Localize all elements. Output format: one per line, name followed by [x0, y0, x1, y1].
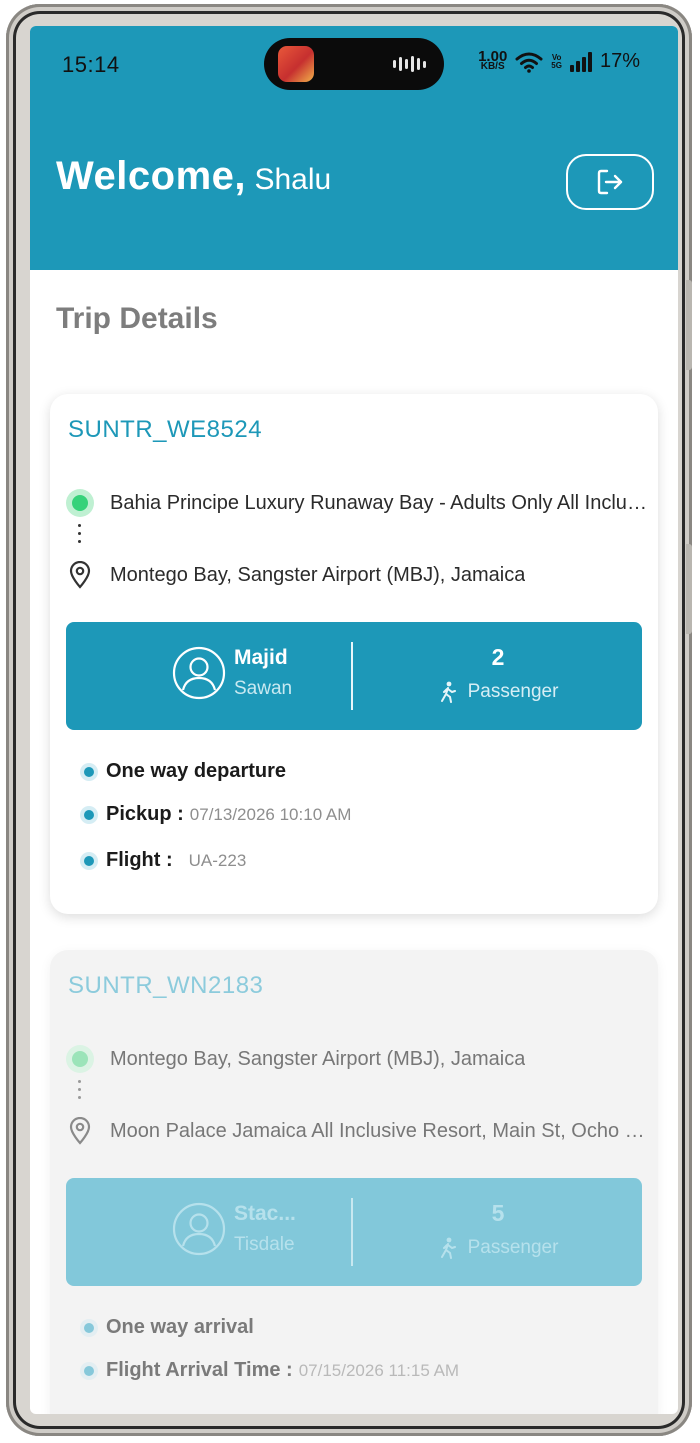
volte-line2: 5G: [551, 60, 562, 70]
arrival-time-row: Flight Arrival Time : 07/15/2026 11:15 A…: [80, 1359, 459, 1382]
wifi-icon: [515, 52, 543, 73]
info-divider: [351, 1198, 353, 1266]
phone-frame: 15:14 1.00 KB/S Vo 5G 17% Welcome, Shalu…: [6, 4, 692, 1436]
driver-last-name: Tisdale: [234, 1234, 295, 1255]
status-icons: 1.00 KB/S Vo 5G 17%: [478, 49, 640, 73]
route-destination: Montego Bay, Sangster Airport (MBJ), Jam…: [66, 558, 656, 592]
pickup-label: Pickup :: [106, 803, 184, 825]
driver-first-name: Majid: [234, 646, 288, 669]
origin-text: Bahia Principe Luxury Runaway Bay - Adul…: [110, 491, 654, 514]
flight-row: Flight : UA-223: [80, 849, 246, 872]
trip-id: SUNTR_WE8524: [68, 416, 263, 443]
network-speed: 1.00 KB/S: [478, 49, 507, 72]
bullet-icon: [80, 805, 98, 824]
trip-card[interactable]: SUNTR_WE8524 Bahia Principe Luxury Runaw…: [50, 394, 658, 914]
passenger-info: 5 Passenger: [354, 1200, 642, 1259]
pickup-row: Pickup : 07/13/2026 10:10 AM: [80, 803, 351, 826]
location-pin-icon: [66, 561, 94, 589]
flight-label: Flight :: [106, 849, 173, 871]
route-connector: [78, 524, 82, 543]
arrival-time-label: Flight Arrival Time :: [106, 1359, 293, 1381]
welcome-text: Welcome,: [56, 154, 246, 198]
user-name: Shalu: [254, 163, 332, 196]
origin-text: Montego Bay, Sangster Airport (MBJ), Jam…: [110, 1047, 526, 1070]
logout-icon: [597, 169, 623, 195]
passenger-info: 2 Passenger: [354, 644, 642, 703]
driver-info-box: Stac... Tisdale 5 Passenger: [66, 1178, 642, 1286]
power-button: [686, 544, 692, 634]
status-bar: 15:14 1.00 KB/S Vo 5G 17%: [30, 26, 678, 102]
destination-text: Moon Palace Jamaica All Inclusive Resort…: [110, 1119, 654, 1142]
route-connector: [78, 1080, 82, 1099]
origin-dot-icon: [66, 489, 94, 517]
trip-card[interactable]: SUNTR_WN2183 Montego Bay, Sangster Airpo…: [50, 950, 658, 1414]
driver-info: Majid Sawan: [172, 646, 292, 700]
logout-button[interactable]: [566, 154, 654, 210]
volte-indicator: Vo 5G: [551, 53, 562, 70]
route-destination: Moon Palace Jamaica All Inclusive Resort…: [66, 1114, 656, 1148]
driver-info-box: Majid Sawan 2 Passenger: [66, 622, 642, 730]
signal-icon: [569, 51, 592, 72]
battery-level: 17%: [599, 50, 640, 72]
audio-wave-icon: [393, 55, 426, 73]
page-title: Trip Details: [56, 302, 218, 335]
app-header: 15:14 1.00 KB/S Vo 5G 17% Welcome, Shalu: [30, 26, 678, 270]
passenger-walking-icon: [440, 681, 456, 703]
driver-info: Stac... Tisdale: [172, 1202, 296, 1256]
destination-text: Montego Bay, Sangster Airport (MBJ), Jam…: [110, 563, 526, 586]
network-speed-unit: KB/S: [480, 60, 505, 72]
trip-type: One way arrival: [106, 1316, 254, 1338]
passenger-walking-icon: [440, 1237, 456, 1259]
dynamic-island: [264, 38, 444, 90]
status-time: 15:14: [62, 52, 120, 77]
app-thumbnail-icon: [278, 46, 314, 82]
app-screen: 15:14 1.00 KB/S Vo 5G 17% Welcome, Shalu…: [30, 26, 678, 1414]
driver-last-name: Sawan: [234, 678, 293, 699]
passenger-count: 5: [491, 1200, 505, 1226]
user-avatar-icon: [172, 646, 226, 700]
bullet-icon: [80, 851, 98, 870]
flight-value: UA-223: [188, 850, 247, 870]
volume-button: [686, 280, 692, 370]
arrival-time-value: 07/15/2026 11:15 AM: [298, 1360, 460, 1380]
trip-type-row: One way departure: [80, 760, 286, 783]
bullet-icon: [80, 1361, 98, 1380]
info-divider: [351, 642, 353, 710]
passenger-count: 2: [491, 644, 505, 670]
bullet-icon: [80, 1318, 98, 1337]
route-origin: Montego Bay, Sangster Airport (MBJ), Jam…: [66, 1042, 656, 1076]
pickup-value: 07/13/2026 10:10 AM: [189, 804, 352, 824]
location-pin-icon: [66, 1117, 94, 1145]
trip-type-row: One way arrival: [80, 1316, 254, 1339]
trip-type: One way departure: [106, 760, 287, 782]
route-origin: Bahia Principe Luxury Runaway Bay - Adul…: [66, 486, 656, 520]
trip-id: SUNTR_WN2183: [68, 972, 264, 999]
driver-first-name: Stac...: [234, 1202, 296, 1225]
welcome-greeting: Welcome, Shalu: [56, 154, 331, 199]
passenger-label: Passenger: [467, 681, 559, 702]
bullet-icon: [80, 762, 98, 781]
user-avatar-icon: [172, 1202, 226, 1256]
origin-dot-icon: [66, 1045, 94, 1073]
passenger-label: Passenger: [467, 1237, 559, 1258]
